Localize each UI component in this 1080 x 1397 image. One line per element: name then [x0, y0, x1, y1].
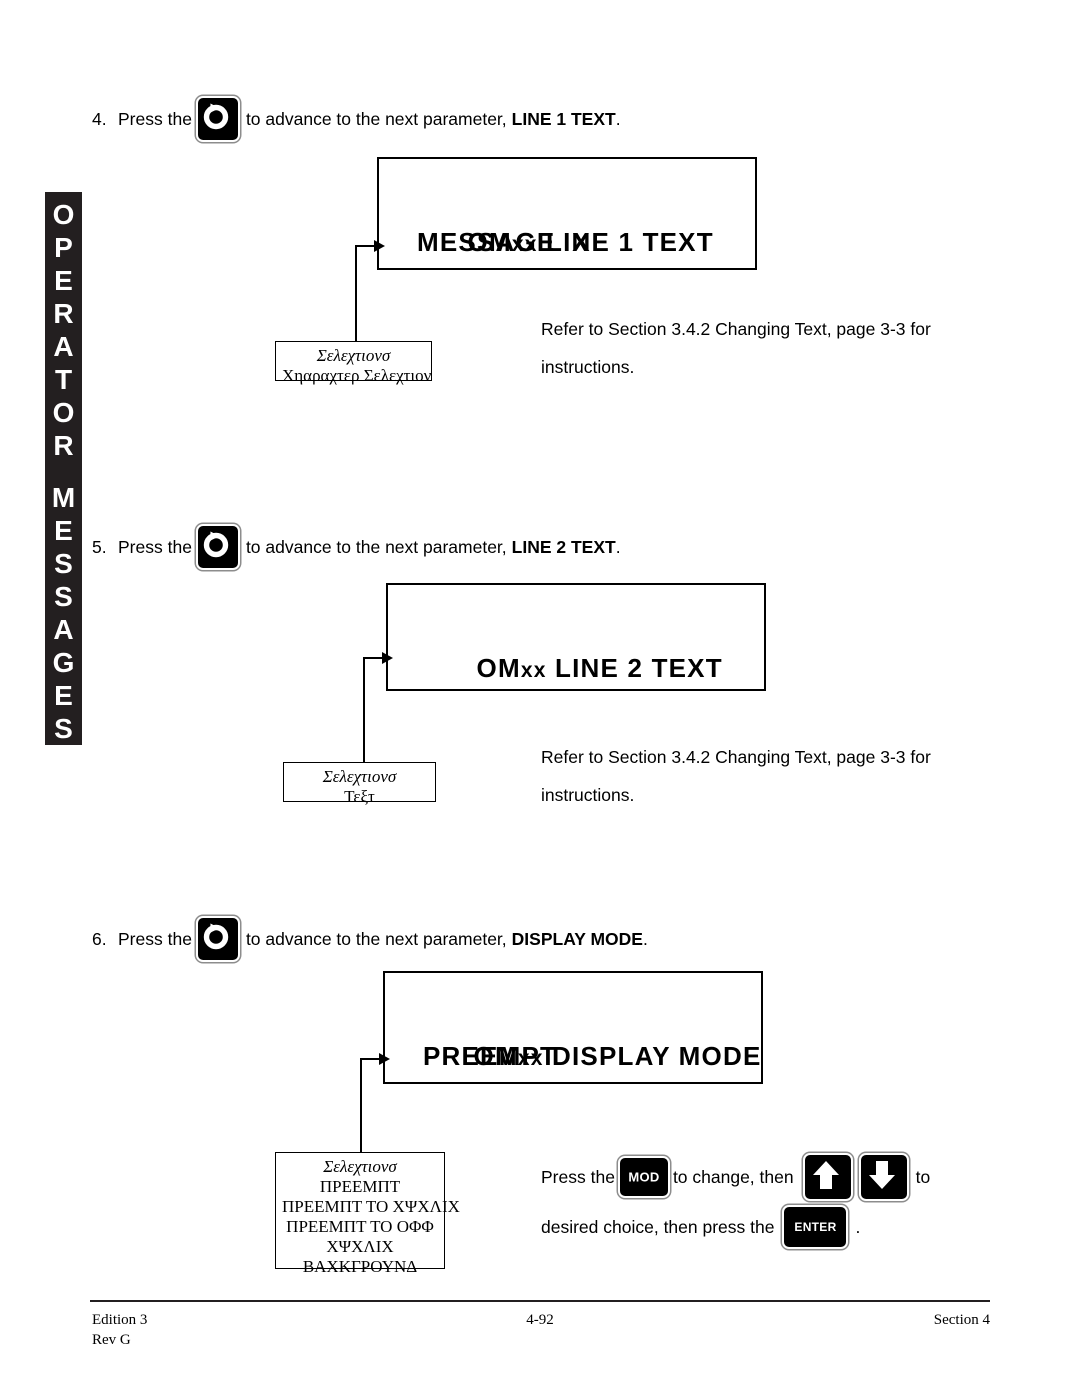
step-5-period: . [615, 536, 621, 557]
connector-1 [340, 240, 390, 343]
side-tab-char: M [51, 482, 76, 513]
step-4: 4. Press the to advance to the next para… [92, 96, 621, 142]
lcd-display-line2-text: OMxx LINE 2 TEXT [386, 583, 766, 691]
circular-arrow-glyph [203, 923, 229, 950]
connector-3 [345, 1053, 397, 1154]
connector-2-arrowhead [382, 652, 393, 664]
connector-1-arrowhead [374, 240, 385, 252]
side-tab-char: A [53, 331, 74, 362]
mod-instruction-block: Press the MOD to change, then to desired… [541, 1152, 930, 1252]
advance-key-icon[interactable] [195, 524, 240, 570]
selection-option: ΒΑΧΚΓΡΟΥΝΔ [302, 1257, 418, 1276]
step-6-number: 6. [92, 928, 107, 949]
side-tab-char: O [52, 397, 75, 428]
side-tab-char: R [53, 430, 74, 461]
up-arrow-icon[interactable] [802, 1153, 853, 1201]
side-tab-char: E [54, 680, 73, 711]
selection-option: ΧΨΧΛΙΧ [326, 1237, 394, 1256]
mod-instruction-part4: desired choice, then press the [541, 1216, 775, 1237]
mod-instruction-line-1: Press the MOD to change, then to [541, 1152, 930, 1202]
selection-box-heading: Σελεχτιονσ [323, 1157, 397, 1176]
lcd-row-1: OMxx LINE 2 TEXT [426, 599, 764, 683]
circular-arrow-glyph [203, 531, 229, 558]
mod-instruction-part2: to change, then [672, 1166, 794, 1187]
footer-revision: Rev G [92, 1332, 131, 1348]
side-tab-char: E [54, 515, 73, 546]
refer-note-1: Refer to Section 3.4.2 Changing Text, pa… [541, 310, 931, 386]
mod-key-label: MOD [628, 1169, 660, 1185]
step-4-parameter: LINE 1 TEXT [511, 108, 616, 129]
step-5-number: 5. [92, 536, 107, 557]
refer-note-2-line2: instructions. [541, 785, 635, 805]
side-tab-char: S [54, 581, 73, 612]
advance-key-icon[interactable] [195, 916, 240, 962]
step-5-text-after: to advance to the next parameter, [245, 536, 507, 557]
refer-note-2: Refer to Section 3.4.2 Changing Text, pa… [541, 738, 931, 814]
step-4-period: . [615, 108, 621, 129]
down-arrow-glyph [868, 1161, 895, 1189]
lcd-row-1: OMxx LINE 1 TEXT [417, 173, 755, 257]
lcd-row-1-rest: DISPLAY MODE [543, 1041, 762, 1071]
connector-3-vertical [360, 1058, 363, 1154]
selection-box-display-mode: Σελεχτιονσ ΠΡΕΕΜΠΤ ΠΡΕΕΜΠΤ ΤΟ ΧΨΧΛΙΧ ΠΡΕ… [275, 1152, 460, 1276]
lcd-row-1-rest: LINE 2 TEXT [546, 653, 723, 683]
lcd-display-display-mode: OMxx DISPLAY MODE PREEMPT [383, 971, 763, 1084]
selection-box-text: Σελεχτιονσ Τεξτ [283, 762, 436, 806]
step-5-text-before: Press the [118, 536, 192, 557]
selection-option: ΠΡΕΕΜΠΤ [319, 1177, 401, 1196]
side-tab-char: A [53, 614, 74, 645]
step-4-text-after: to advance to the next parameter, [245, 108, 507, 129]
connector-2 [348, 652, 400, 767]
step-6: 6. Press the to advance to the next para… [92, 916, 648, 962]
refer-note-2-line1: Refer to Section 3.4.2 Changing Text, pa… [541, 747, 931, 767]
lcd-row-1-prefix: OM [476, 653, 521, 683]
selection-option: Χηαραχτερ Σελεχτιον [282, 366, 432, 385]
step-4-text-before: Press the [118, 108, 192, 129]
mod-key-button[interactable]: MOD [617, 1156, 670, 1198]
step-5: 5. Press the to advance to the next para… [92, 524, 621, 570]
refer-note-1-line1: Refer to Section 3.4.2 Changing Text, pa… [541, 319, 931, 339]
side-tab-char: S [54, 713, 73, 744]
side-tab-char: R [53, 298, 74, 329]
footer-divider [90, 1300, 990, 1302]
selection-option: ΠΡΕΕΜΠΤ ΤΟ ΟΦΦ [286, 1217, 434, 1236]
up-arrow-glyph [812, 1161, 839, 1189]
document-page: O P E R A T O R M E S S A G E S 4. Press… [0, 0, 1080, 1397]
side-tab-char: P [54, 232, 73, 263]
lcd-row-1: OMxx DISPLAY MODE [423, 987, 761, 1071]
side-tab-char: S [54, 548, 73, 579]
connector-2-vertical [363, 657, 366, 767]
selection-box-character: Σελεχτιονσ Χηαραχτερ Σελεχτιον [275, 341, 432, 385]
advance-key-icon[interactable] [195, 96, 240, 142]
side-tab-char: O [52, 199, 75, 230]
step-5-parameter: LINE 2 TEXT [511, 536, 616, 557]
lcd-row-1-suffix: xx [520, 659, 547, 682]
side-tab-char: E [54, 265, 73, 296]
connector-1-vertical [355, 245, 358, 343]
step-6-text-after: to advance to the next parameter, [245, 928, 507, 949]
refer-note-1-line2: instructions. [541, 357, 635, 377]
mod-instruction-part1: Press the [541, 1166, 615, 1187]
mod-instruction-line-2: desired choice, then press the ENTER . [541, 1202, 930, 1252]
enter-key-button[interactable]: ENTER [782, 1205, 849, 1249]
selection-option: ΠΡΕΕΜΠΤ ΤΟ ΧΨΧΛΙΧ [282, 1197, 460, 1216]
step-6-text-before: Press the [118, 928, 192, 949]
mod-instruction-part5: . [855, 1216, 861, 1237]
connector-3-arrowhead [379, 1053, 390, 1065]
side-tab-char: G [52, 647, 75, 678]
down-arrow-icon[interactable] [858, 1153, 909, 1201]
selection-option: Τεξτ [344, 787, 375, 806]
step-4-number: 4. [92, 108, 107, 129]
lcd-display-line1-text: OMxx LINE 1 TEXT MESSAGE X [377, 157, 757, 270]
side-tab-char: T [54, 364, 73, 395]
section-side-tab: O P E R A T O R M E S S A G E S [45, 192, 82, 745]
selection-box-heading: Σελεχτιονσ [322, 767, 397, 786]
mod-instruction-part3: to [915, 1166, 931, 1187]
step-6-parameter: DISPLAY MODE [511, 928, 643, 949]
circular-arrow-glyph [203, 103, 229, 130]
enter-key-label: ENTER [794, 1220, 837, 1234]
footer-section: Section 4 [933, 1312, 990, 1328]
step-6-period: . [642, 928, 648, 949]
selection-box-heading: Σελεχτιονσ [316, 346, 391, 365]
